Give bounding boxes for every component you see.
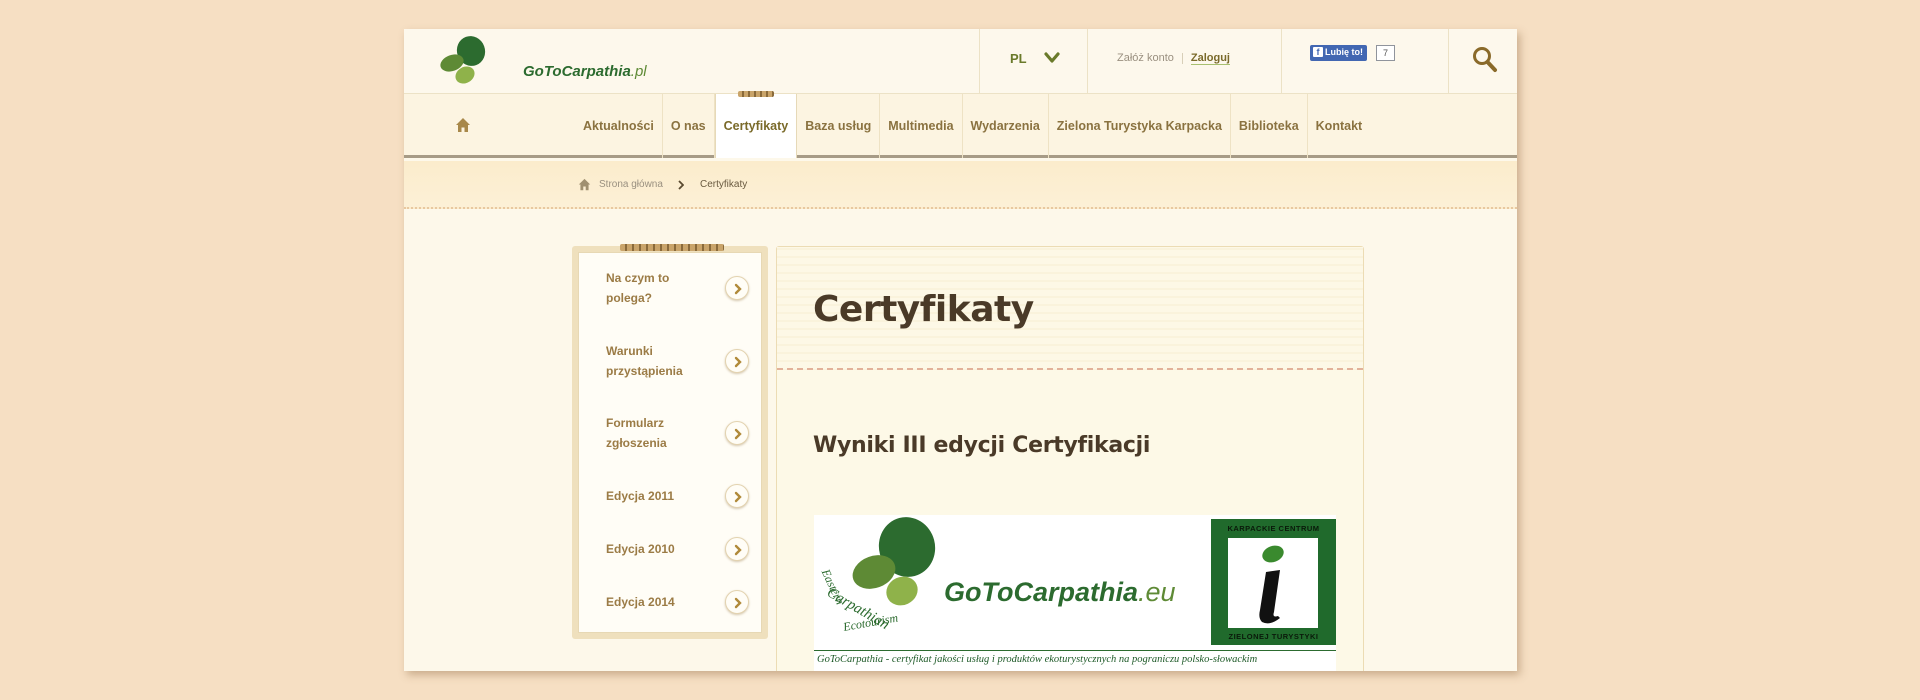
sidebar-item-label: Formularz zgłoszenia	[606, 416, 667, 450]
divider	[1087, 29, 1088, 94]
sidebar-item-label: Edycja 2010	[606, 542, 675, 556]
site-logo[interactable]: GoToCarpathia.pl	[438, 33, 647, 85]
banner-brand-name: GoToCarpathia	[944, 577, 1139, 607]
sidebar-item-button[interactable]	[725, 276, 749, 300]
facebook-like-button[interactable]: f Lubię to!	[1310, 45, 1367, 61]
sidebar-item-button[interactable]	[725, 349, 749, 373]
home-icon[interactable]	[578, 178, 591, 191]
breadcrumb-home-link[interactable]: Strona główna	[599, 179, 663, 190]
divider	[1448, 29, 1449, 94]
karpackie-centrum-logo: KARPACKIE CENTRUM ZIELONEJ TURYSTYKI	[1211, 519, 1336, 645]
breadcrumb: Strona główna Certyfikaty	[404, 161, 1517, 209]
facebook-like-label: Lubię to!	[1325, 47, 1363, 57]
banner-brand-domain: .eu	[1138, 577, 1176, 607]
chevron-right-icon	[734, 491, 742, 503]
nav-items: Aktualności O nas Certyfikaty Baza usług…	[575, 91, 1371, 158]
top-bar: GoToCarpathia.pl PL Załóż konto Zaloguj f…	[404, 29, 1517, 94]
sidebar: Na czym to polega? Warunki przystąpienia…	[572, 244, 768, 639]
content-header: Certyfikaty	[777, 247, 1363, 370]
info-i-icon	[1259, 545, 1284, 624]
sidebar-item-edycja-2014[interactable]: Edycja 2014	[579, 588, 763, 618]
sidebar-item-label: Warunki przystąpienia	[606, 344, 683, 378]
kct-bottom-label: ZIELONEJ TURYSTYKI	[1228, 632, 1319, 641]
sidebar-item-label: Na czym to polega?	[606, 271, 670, 305]
facebook-icon: f	[1313, 47, 1323, 57]
auth-links: Załóż konto Zaloguj	[1117, 52, 1230, 65]
sidebar-item-edycja-2010[interactable]: Edycja 2010	[579, 535, 763, 565]
login-link[interactable]: Zaloguj	[1190, 52, 1230, 65]
nav-item-zielona-turystyka[interactable]: Zielona Turystyka Karpacka	[1049, 94, 1231, 158]
language-selector[interactable]: PL	[1010, 51, 1027, 66]
sidebar-item-edycja-2011[interactable]: Edycja 2011	[579, 482, 763, 512]
sidebar-item-label: Edycja 2014	[606, 595, 675, 609]
chevron-right-icon	[734, 283, 742, 295]
nav-item-multimedia[interactable]: Multimedia	[880, 94, 963, 158]
chevron-right-icon	[734, 356, 742, 368]
nav-item-kontakt[interactable]: Kontakt	[1308, 94, 1371, 158]
eco-logo-mark: Eastern Carpathian Ecotourism	[818, 517, 936, 634]
logo-domain-text: .pl	[630, 63, 647, 80]
sidebar-item-formularz-zgloszenia[interactable]: Formularz zgłoszenia	[579, 410, 763, 456]
page-container: GoToCarpathia.pl PL Załóż konto Zaloguj f…	[404, 29, 1517, 671]
main-content: Certyfikaty Wyniki III edycji Certyfikac…	[776, 246, 1364, 671]
sidebar-item-na-czym-to-polega[interactable]: Na czym to polega?	[579, 265, 763, 311]
chevron-right-icon	[734, 597, 742, 609]
chevron-right-icon	[734, 428, 742, 440]
home-icon[interactable]	[455, 117, 471, 133]
kct-info-box	[1228, 538, 1318, 628]
facebook-like-count: 7	[1376, 45, 1395, 61]
search-icon[interactable]	[1472, 45, 1498, 73]
sidebar-item-button[interactable]	[725, 590, 749, 614]
sidebar-item-button[interactable]	[725, 537, 749, 561]
leaf-cluster-logo-icon	[440, 36, 486, 84]
page-title: Certyfikaty	[813, 289, 1034, 330]
nav-item-baza-uslug[interactable]: Baza usług	[797, 94, 881, 158]
divider	[814, 650, 1336, 651]
logo-text: GoToCarpathia.pl	[523, 63, 647, 80]
nav-item-biblioteka[interactable]: Biblioteka	[1231, 94, 1308, 158]
chevron-right-icon	[734, 544, 742, 556]
chevron-right-icon	[678, 180, 684, 190]
register-link[interactable]: Załóż konto	[1117, 52, 1174, 64]
logo-brand-text: GoToCarpathia	[523, 63, 631, 80]
nav-item-aktualnosci[interactable]: Aktualności	[575, 94, 663, 158]
sidebar-item-button[interactable]	[725, 421, 749, 445]
main-navigation: Aktualności O nas Certyfikaty Baza usług…	[404, 91, 1517, 158]
nav-item-wydarzenia[interactable]: Wydarzenia	[963, 94, 1049, 158]
banner-caption: GoToCarpathia - certyfikat jakości usług…	[817, 654, 1258, 665]
divider	[1281, 29, 1282, 94]
nav-item-o-nas[interactable]: O nas	[663, 94, 715, 158]
sidebar-item-warunki-przystapienia[interactable]: Warunki przystąpienia	[579, 338, 763, 384]
section-heading: Wyniki III edycji Certyfikacji	[813, 433, 1151, 458]
banner-brand-text: GoToCarpathia.eu	[944, 577, 1176, 608]
sidebar-item-label: Edycja 2011	[606, 489, 675, 503]
divider	[1181, 52, 1183, 64]
breadcrumb-current: Certyfikaty	[700, 179, 748, 190]
kct-top-label: KARPACKIE CENTRUM	[1227, 524, 1320, 533]
sidebar-item-button[interactable]	[725, 484, 749, 508]
certificate-banner-image: Eastern Carpathian Ecotourism GoToCarpat…	[814, 515, 1336, 671]
nav-item-certyfikaty[interactable]: Certyfikaty	[714, 91, 798, 158]
chevron-down-icon[interactable]	[1044, 51, 1060, 65]
divider	[979, 29, 980, 94]
sidebar-menu: Na czym to polega? Warunki przystąpienia…	[578, 252, 762, 633]
